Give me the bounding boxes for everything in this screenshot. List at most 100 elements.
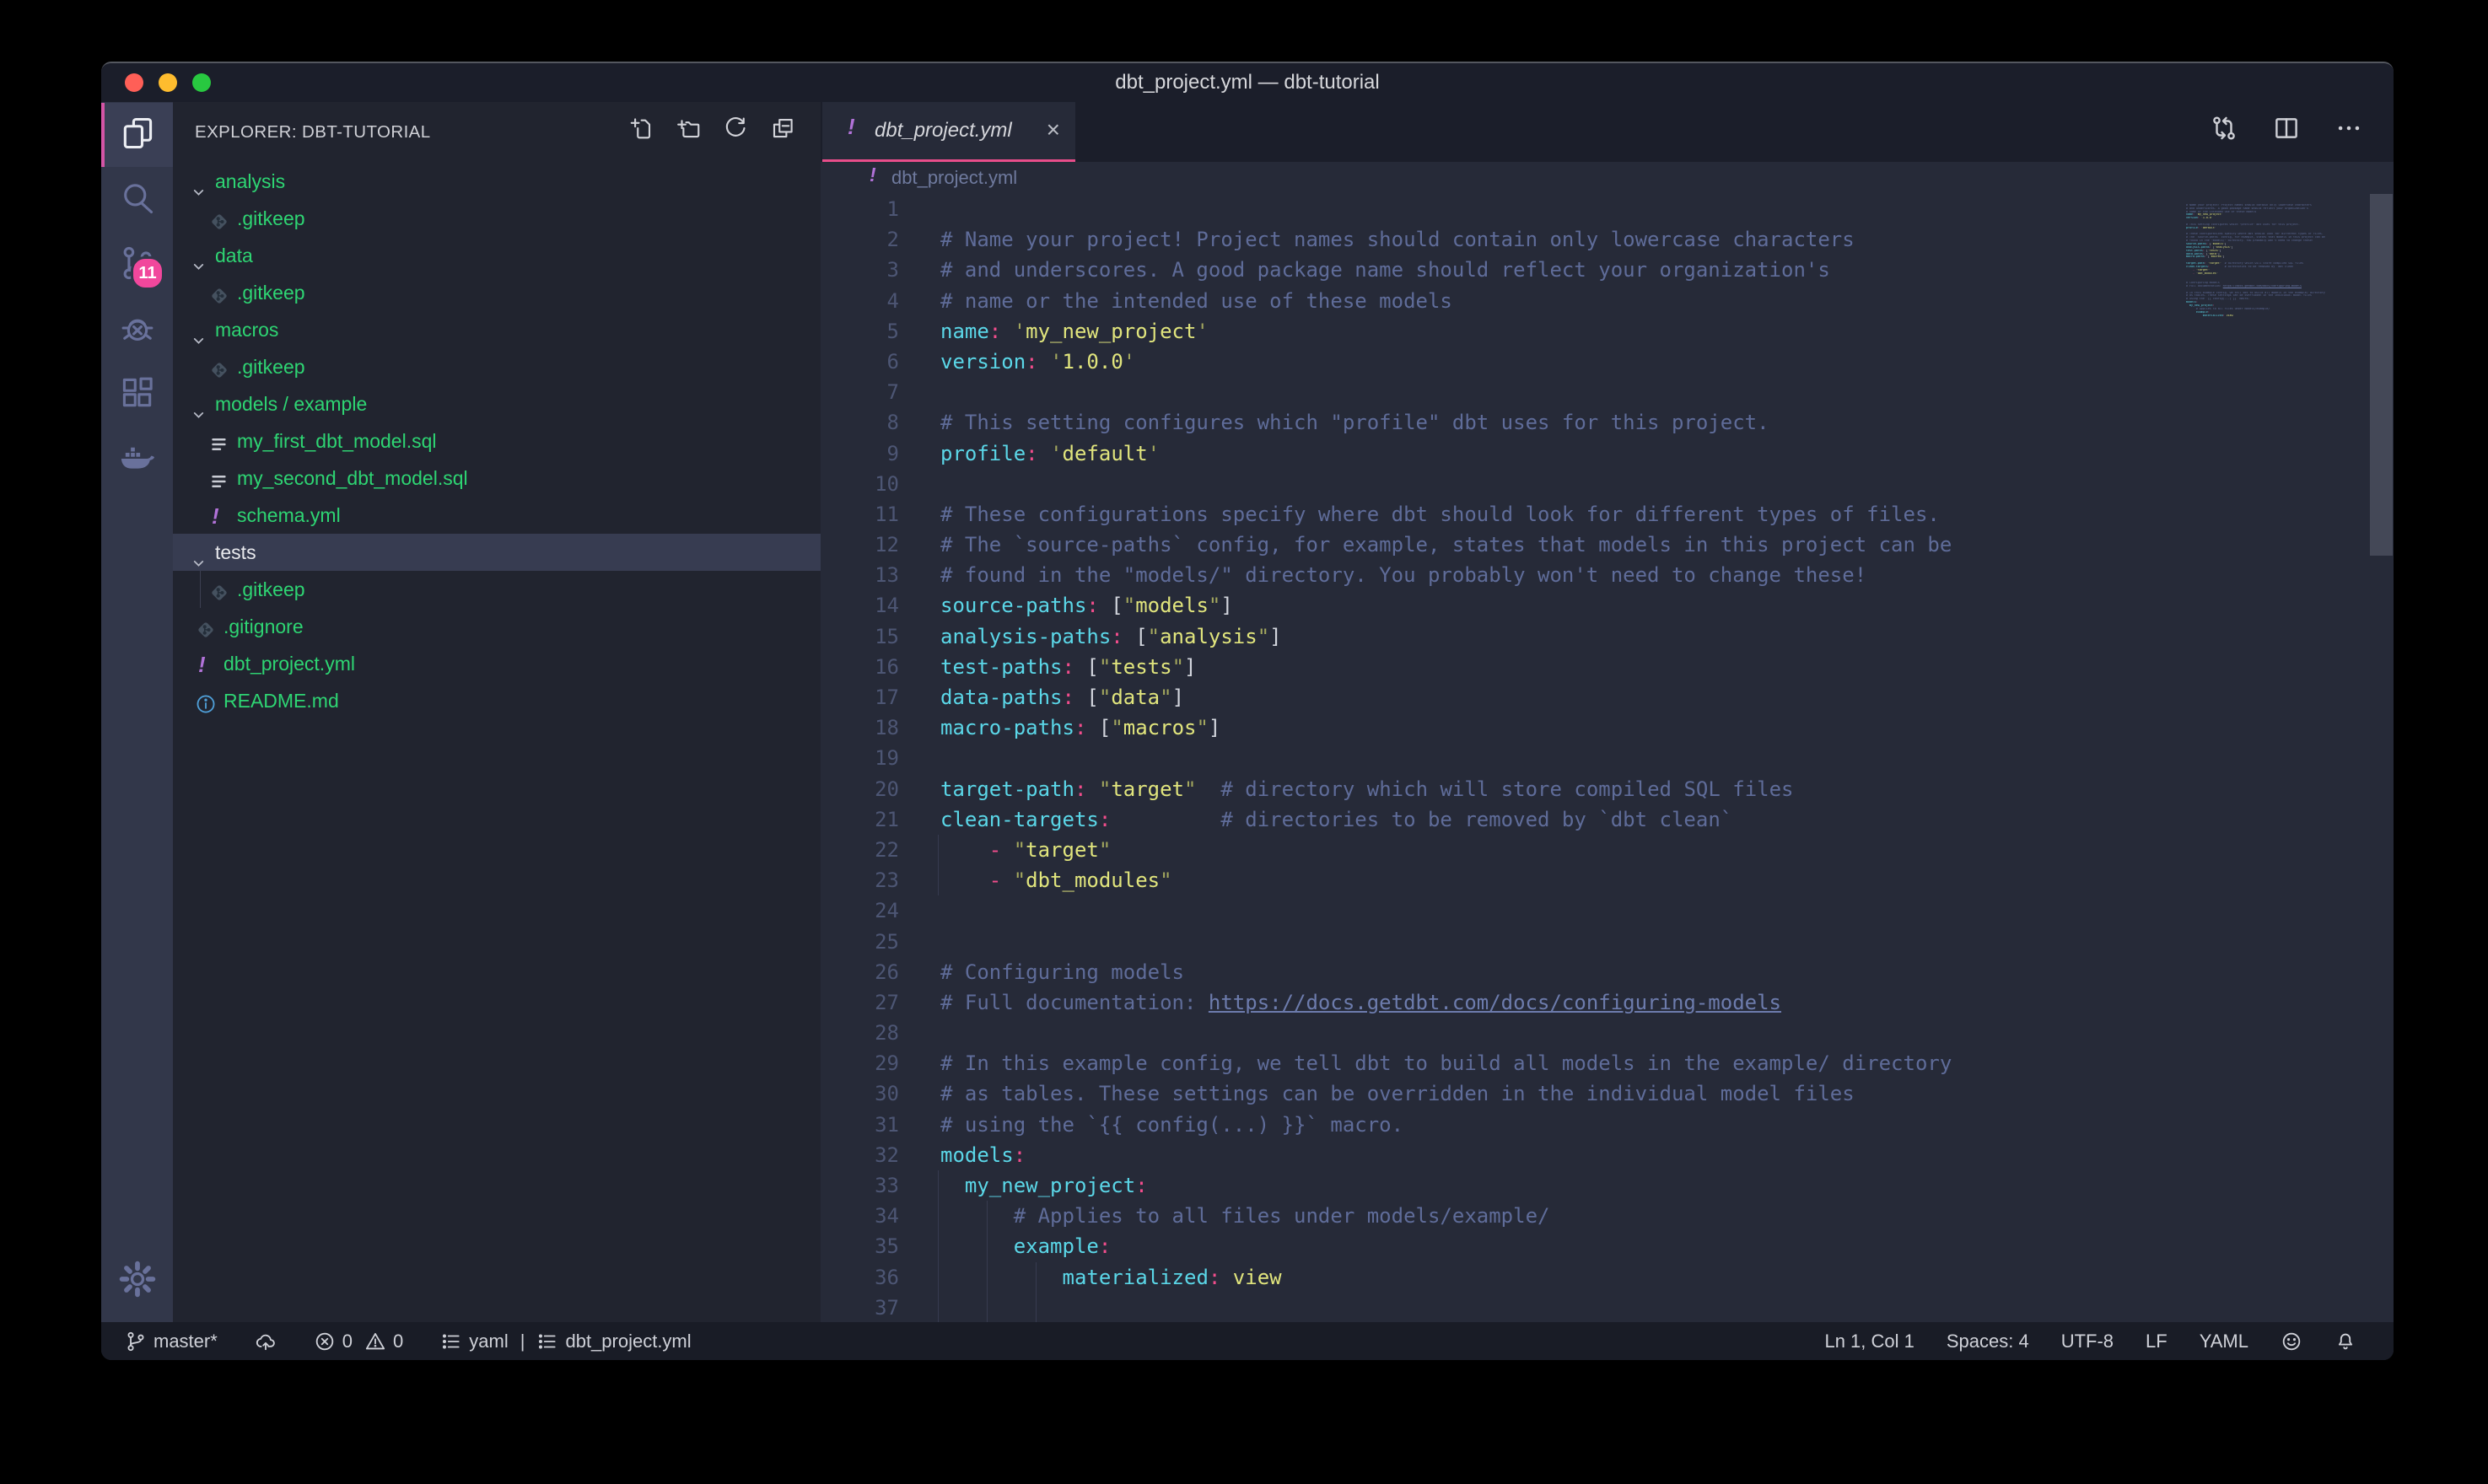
breadcrumb-file[interactable]: dbt_project.yml: [891, 162, 1017, 194]
status-warnings[interactable]: 0: [364, 1331, 403, 1352]
status-sync[interactable]: [255, 1331, 277, 1352]
code-line: 35 example:: [821, 1231, 2394, 1261]
line-number: 29: [821, 1048, 899, 1078]
file-tree: analysis.gitkeepUdata.gitkeepUmacros.git…: [173, 163, 821, 719]
status-language-status-yaml[interactable]: yaml: [440, 1331, 508, 1352]
close-tab-icon[interactable]: ×: [1047, 102, 1060, 159]
line-number: 5: [821, 316, 899, 347]
line-number: 27: [821, 987, 899, 1018]
line-number: 22: [821, 835, 899, 865]
code-line: 25: [821, 927, 2394, 957]
code-line: 34 # Applies to all files under models/e…: [821, 1201, 2394, 1231]
line-number: 32: [821, 1140, 899, 1170]
line-number: 12: [821, 530, 899, 560]
code-line: 37: [821, 1293, 2394, 1323]
scm-badge: 11: [131, 256, 164, 290]
status-indentation[interactable]: Spaces: 4: [1947, 1331, 2029, 1352]
line-number: 16: [821, 652, 899, 682]
code-line: 22 - "target": [821, 835, 2394, 865]
status-cursor-position[interactable]: Ln 1, Col 1: [1824, 1331, 1914, 1352]
tree-item-readme-md[interactable]: README.mdU: [173, 682, 821, 719]
git-file-icon: [195, 616, 217, 637]
line-number: 1: [821, 194, 899, 224]
settings-button[interactable]: [101, 1253, 173, 1309]
yaml-warn-icon: !: [870, 164, 876, 186]
line-number: 8: [821, 407, 899, 438]
breadcrumb[interactable]: ! dbt_project.yml: [821, 162, 2394, 194]
line-number: 3: [821, 255, 899, 285]
docker-icon: [119, 439, 156, 481]
editor-scrollbar[interactable]: [2370, 194, 2393, 556]
code-line: 12# The `source-paths` config, for examp…: [821, 530, 2394, 560]
collapse-all-icon: [770, 130, 795, 144]
code-line: 19: [821, 743, 2394, 773]
line-number: 10: [821, 469, 899, 499]
code-line: 15analysis-paths: ["analysis"]: [821, 621, 2394, 652]
new-file-icon: [628, 130, 654, 144]
new-folder-button[interactable]: [676, 116, 701, 145]
code-line: 6version: '1.0.0': [821, 347, 2394, 377]
line-number: 2: [821, 224, 899, 255]
desktop: { "colors":{"accent_pink":"#e84d8a","bad…: [0, 0, 2488, 1484]
chevron-down-icon: [191, 323, 206, 337]
activity-explorer[interactable]: [101, 103, 173, 167]
tree-item-tests[interactable]: tests: [173, 534, 821, 571]
new-folder-icon: [676, 130, 701, 144]
title-bar: dbt_project.yml — dbt-tutorial: [101, 63, 2394, 102]
minimap[interactable]: # Name your project! Project names shoul…: [2186, 194, 2335, 320]
code-line: 33 my_new_project:: [821, 1170, 2394, 1201]
tree-item-my-first-dbt-model-sql[interactable]: my_first_dbt_model.sqlU: [173, 422, 821, 460]
refresh-icon: [723, 130, 748, 144]
tree-item--gitkeep[interactable]: .gitkeepU: [173, 274, 821, 311]
line-number: 13: [821, 560, 899, 590]
activity-debug[interactable]: [101, 298, 173, 362]
tree-item-schema-yml[interactable]: !schema.ymlU: [173, 497, 821, 534]
activity-source-control[interactable]: 11: [101, 233, 173, 297]
code-line: 17data-paths: ["data"]: [821, 682, 2394, 712]
chevron-down-icon: [191, 546, 206, 560]
line-number: 26: [821, 957, 899, 987]
status-errors[interactable]: 0: [314, 1331, 353, 1352]
code-line: 18macro-paths: ["macros"]: [821, 712, 2394, 743]
tree-item-macros[interactable]: macros: [173, 311, 821, 348]
tab-bar: ! dbt_project.yml ×: [821, 102, 2394, 162]
code-line: 9profile: 'default': [821, 438, 2394, 469]
tree-item--gitignore[interactable]: .gitignoreU: [173, 608, 821, 645]
code-line: 28: [821, 1018, 2394, 1048]
line-number: 35: [821, 1231, 899, 1261]
new-file-button[interactable]: [628, 116, 654, 145]
window-title: dbt_project.yml — dbt-tutorial: [101, 63, 2394, 102]
tree-item--gitkeep[interactable]: .gitkeepU: [173, 200, 821, 237]
tree-item-dbt-project-yml[interactable]: !dbt_project.ymlU: [173, 645, 821, 682]
status-eol[interactable]: LF: [2146, 1331, 2168, 1352]
activity-docker[interactable]: [101, 427, 173, 492]
line-number: 19: [821, 743, 899, 773]
line-number: 23: [821, 865, 899, 895]
activity-extensions[interactable]: [101, 363, 173, 427]
status-notifications[interactable]: [2335, 1331, 2356, 1352]
code-editor[interactable]: 12 # Name your project! Project names sho…: [821, 194, 2394, 1324]
status-git-branch[interactable]: master*: [125, 1331, 218, 1352]
tree-item--gitkeep[interactable]: .gitkeepU: [173, 348, 821, 385]
split-editor-icon[interactable]: [2272, 114, 2301, 147]
tree-item-data[interactable]: data: [173, 237, 821, 274]
files-icon: [119, 115, 156, 156]
tab-dbt-project-yml[interactable]: ! dbt_project.yml ×: [822, 102, 1075, 162]
status-active-file[interactable]: dbt_project.yml: [536, 1331, 691, 1352]
status-language-mode[interactable]: YAML: [2200, 1331, 2248, 1352]
collapse-all-button[interactable]: [770, 116, 795, 145]
status-feedback[interactable]: [2281, 1331, 2302, 1352]
tree-item-my-second-dbt-model-sql[interactable]: my_second_dbt_model.sqlU: [173, 460, 821, 497]
code-line: 32models:: [821, 1140, 2394, 1170]
activity-bar: 11: [101, 102, 173, 1324]
open-changes-icon[interactable]: [2210, 114, 2238, 147]
status-encoding[interactable]: UTF-8: [2061, 1331, 2114, 1352]
tree-item--gitkeep[interactable]: .gitkeepU: [173, 571, 821, 608]
tree-item-models-example[interactable]: models / example: [173, 385, 821, 422]
more-actions-icon[interactable]: [2335, 114, 2363, 147]
activity-search[interactable]: [101, 168, 173, 232]
refresh-button[interactable]: [723, 116, 748, 145]
tree-item-analysis[interactable]: analysis: [173, 163, 821, 200]
error-icon: [314, 1331, 336, 1352]
vscode-window: dbt_project.yml — dbt-tutorial 11 EXPLOR…: [101, 62, 2394, 1360]
